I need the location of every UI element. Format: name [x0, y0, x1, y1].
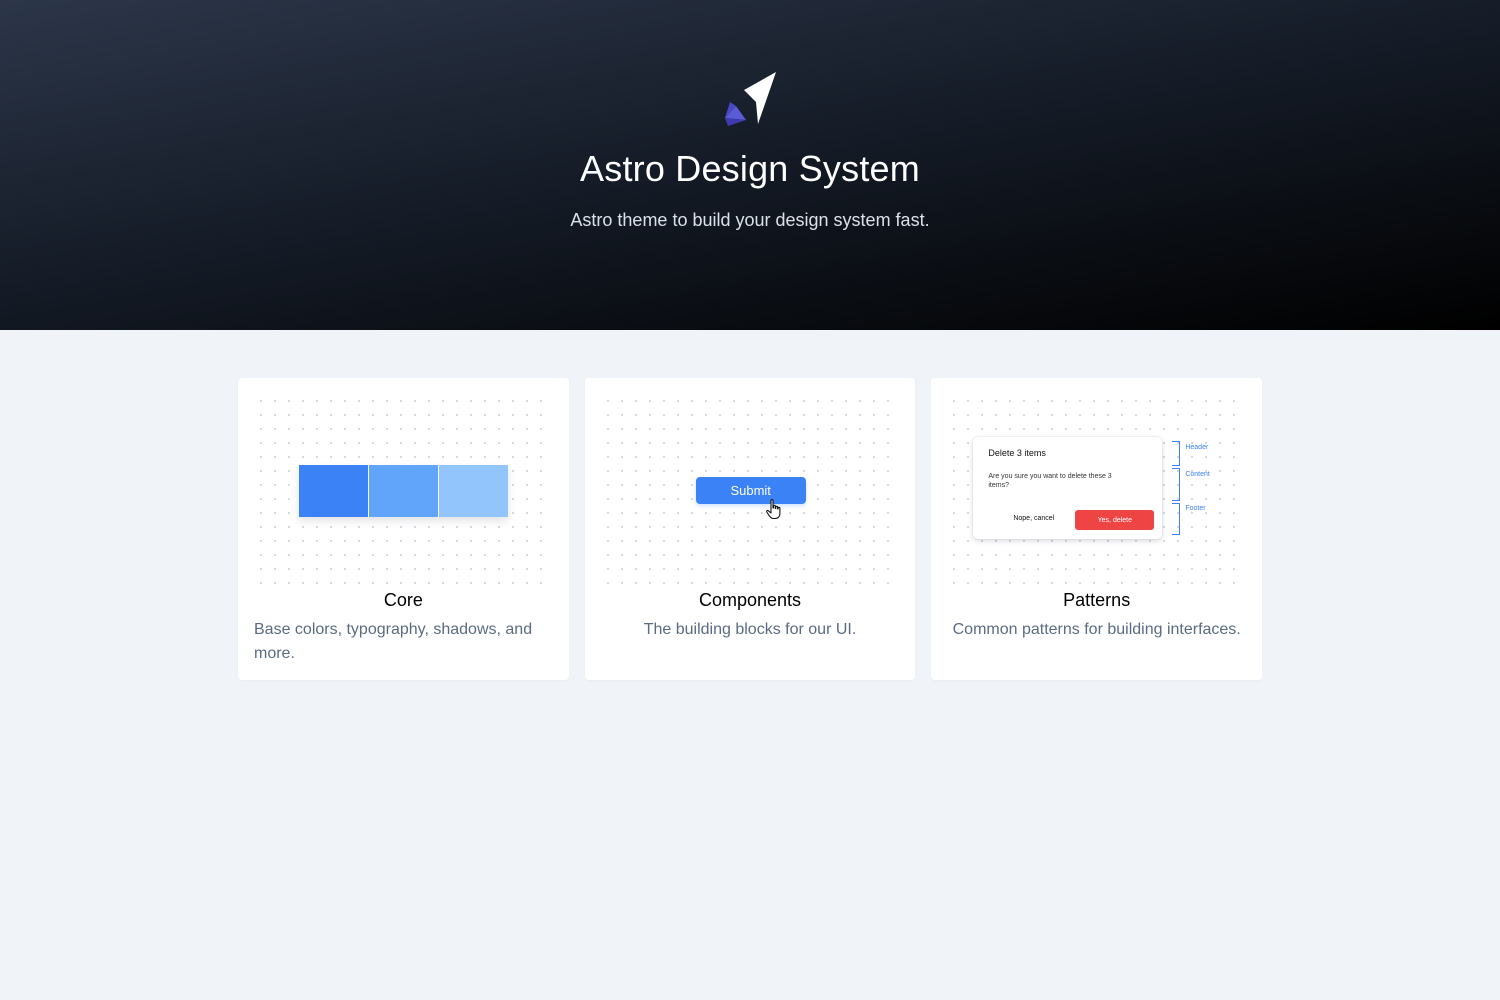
card-patterns[interactable]: Delete 3 items Are you sure you want to …: [931, 378, 1263, 680]
footer-bracket: [1172, 503, 1181, 535]
card-description: The building blocks for our UI.: [643, 621, 857, 638]
hero-banner: Astro Design System Astro theme to build…: [0, 0, 1500, 330]
color-swatch: [299, 465, 368, 517]
delete-button-preview: Yes, delete: [1075, 510, 1155, 530]
color-swatch: [439, 465, 508, 517]
card-core[interactable]: Core Base colors, typography, shadows, a…: [238, 378, 569, 680]
modal-body: Are you sure you want to delete these 3 …: [988, 473, 1112, 489]
core-preview: [254, 394, 553, 590]
astro-rocket-logo-icon: [725, 72, 776, 126]
card-description: Base colors, typography, shadows, and mo…: [254, 621, 533, 662]
page-subtitle: Astro theme to build your design system …: [570, 210, 930, 230]
section-cards: Core Base colors, typography, shadows, a…: [238, 378, 1263, 680]
cancel-button-preview: Nope, cancel: [1013, 515, 1055, 522]
submit-button-preview: Submit: [695, 477, 806, 504]
header-bracket: [1172, 441, 1181, 466]
components-preview: Submit: [600, 394, 900, 590]
pointer-hand-icon: [765, 499, 781, 520]
content-annotation: Content: [1185, 471, 1210, 478]
color-swatch: [369, 465, 438, 517]
card-title: Core: [383, 590, 423, 610]
content-bracket: [1172, 468, 1181, 501]
patterns-preview: Delete 3 items Are you sure you want to …: [947, 394, 1247, 590]
page-title: Astro Design System: [580, 148, 920, 189]
card-title: Components: [698, 590, 802, 610]
header-annotation: Header: [1185, 444, 1209, 451]
modal-preview: Delete 3 items Are you sure you want to …: [973, 437, 1163, 539]
color-swatches: [299, 465, 508, 517]
footer-annotation: Footer: [1185, 505, 1206, 512]
card-title: Patterns: [1063, 590, 1131, 610]
card-description: Common patterns for building interfaces.: [952, 621, 1241, 638]
modal-title: Delete 3 items: [988, 448, 1046, 458]
card-components[interactable]: Submit Components The building blocks fo…: [584, 378, 916, 680]
